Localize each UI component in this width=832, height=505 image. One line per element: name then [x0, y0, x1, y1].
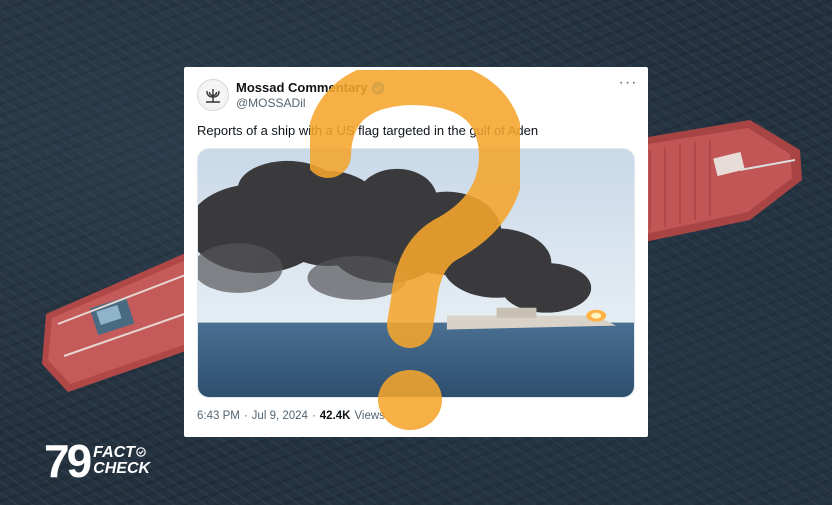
logo-check-text: CHECK: [93, 460, 151, 477]
tweet-date[interactable]: Jul 9, 2024: [252, 410, 308, 422]
tweet-time[interactable]: 6:43 PM: [197, 410, 240, 422]
ship-left-image: [42, 252, 206, 392]
author-avatar[interactable]: [197, 79, 229, 111]
verified-badge-icon: [371, 81, 385, 94]
meta-separator: ·: [243, 410, 248, 422]
logo-fact-text: FACT: [93, 444, 135, 461]
logo-line-1: FACT: [93, 445, 150, 461]
author-name[interactable]: Mossad Commentary: [236, 80, 385, 95]
tweet-meta: 6:43 PM · Jul 9, 2024 · 42.4K Views: [197, 410, 385, 422]
tweet-photo[interactable]: [197, 148, 635, 398]
logo-words: FACT CHECK: [93, 445, 150, 477]
tweet-text: Reports of a ship with a US flag targete…: [197, 123, 539, 138]
meta-separator: ·: [311, 410, 316, 422]
logo-number: 79: [44, 435, 92, 487]
views-label: Views: [354, 410, 385, 422]
ship-right-image: [630, 120, 802, 245]
views-count: 42.4K: [319, 410, 351, 422]
author-name-text[interactable]: Mossad Commentary: [236, 80, 367, 95]
fact-check-logo: 79 FACT CHECK: [44, 436, 159, 486]
menorah-emblem-icon: [206, 89, 220, 103]
author-handle[interactable]: @MOSSADil: [236, 96, 306, 110]
check-circle-icon: [136, 447, 146, 457]
more-options-icon[interactable]: ···: [618, 75, 638, 94]
